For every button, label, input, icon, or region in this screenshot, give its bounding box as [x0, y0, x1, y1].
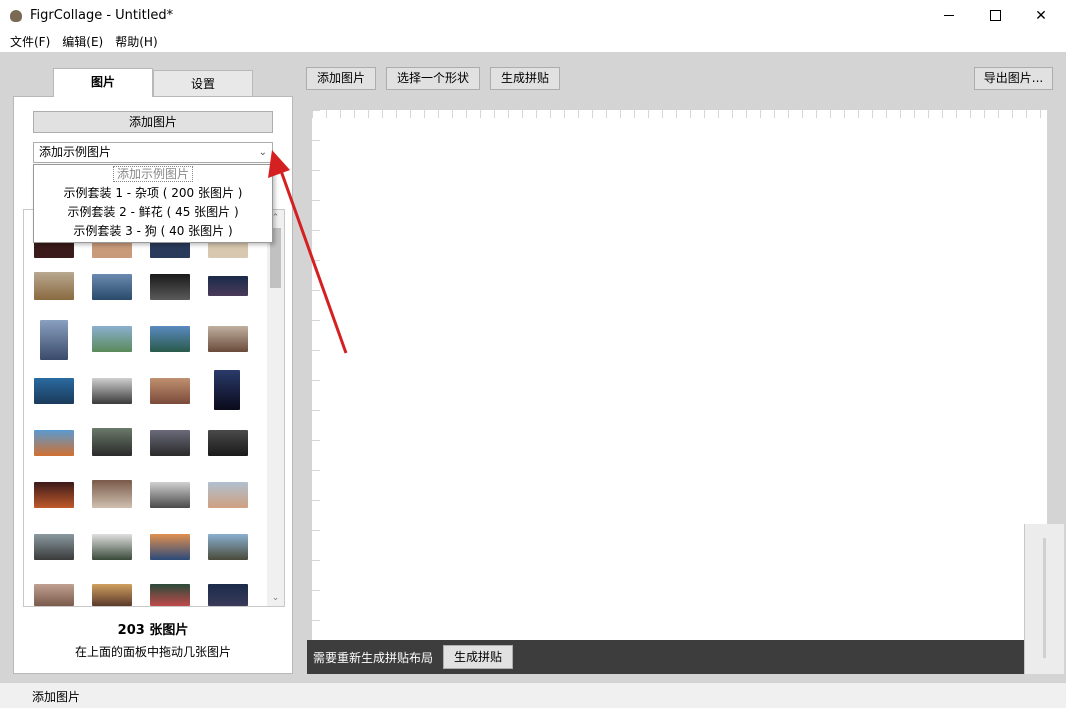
menu-file[interactable]: 文件(F)	[4, 33, 56, 50]
thumbnail[interactable]	[208, 482, 248, 508]
thumbnail[interactable]	[92, 584, 132, 606]
thumbnail-scrollbar[interactable]: ⌃ ⌄	[267, 210, 284, 606]
ruler-top	[312, 110, 1047, 118]
regenerate-notice-bar: 需要重新生成拼贴布局 生成拼贴	[307, 640, 1027, 674]
thumbnail[interactable]	[92, 428, 132, 456]
regenerate-notice-text: 需要重新生成拼贴布局	[313, 651, 434, 665]
zoom-slider[interactable]	[1024, 524, 1064, 674]
thumbnail[interactable]	[34, 482, 74, 508]
thumbnail[interactable]	[40, 320, 68, 360]
thumbnail[interactable]	[34, 272, 74, 300]
dropdown-option-set-3[interactable]: 示例套装 3 - 狗 ( 40 张图片 )	[34, 222, 272, 241]
thumbnail[interactable]	[92, 326, 132, 352]
thumbnail[interactable]	[150, 326, 190, 352]
thumbnail-grid[interactable]: ⌃ ⌄	[23, 209, 285, 607]
thumbnail[interactable]	[150, 482, 190, 508]
menu-edit[interactable]: 编辑(E)	[56, 33, 109, 50]
sample-pictures-dropdown: 添加示例图片 示例套装 1 - 杂项 ( 200 张图片 ) 示例套装 2 - …	[33, 164, 273, 243]
thumbnail[interactable]	[92, 480, 132, 508]
thumbnail[interactable]	[92, 534, 132, 560]
maximize-button[interactable]	[972, 0, 1018, 31]
close-icon: ✕	[1035, 7, 1047, 24]
maximize-icon	[989, 10, 1001, 21]
thumbnail[interactable]	[150, 430, 190, 456]
thumbnail[interactable]	[150, 378, 190, 404]
sample-combo-value: 添加示例图片	[39, 145, 112, 159]
thumbnail[interactable]	[208, 430, 248, 456]
thumbnail[interactable]	[150, 274, 190, 300]
workspace: 图片 设置 添加图片 添加示例图片 ⌄ ⌃ ⌄ 203 张图片 在上面的面板中拖…	[0, 52, 1066, 682]
dropdown-option-set-1[interactable]: 示例套装 1 - 杂项 ( 200 张图片 )	[34, 184, 272, 203]
thumbnail[interactable]	[92, 378, 132, 404]
chevron-down-icon[interactable]: ⌄	[267, 590, 284, 606]
notice-generate-button[interactable]: 生成拼贴	[443, 645, 513, 669]
close-button[interactable]: ✕	[1018, 0, 1064, 31]
toolbar-add-pictures-button[interactable]: 添加图片	[306, 67, 376, 90]
status-bar: 添加图片	[0, 682, 1066, 708]
drag-hint: 在上面的面板中拖动几张图片	[74, 645, 231, 659]
generate-collage-button[interactable]: 生成拼贴	[490, 67, 560, 90]
thumbnail[interactable]	[34, 378, 74, 404]
thumbnail[interactable]	[92, 274, 132, 300]
thumbnail[interactable]	[208, 534, 248, 560]
minimize-button[interactable]	[926, 0, 972, 31]
menu-bar: 文件(F) 编辑(E) 帮助(H)	[0, 31, 1066, 52]
tab-settings[interactable]: 设置	[153, 70, 253, 96]
thumbnail[interactable]	[208, 326, 248, 352]
chevron-down-icon: ⌄	[258, 147, 267, 158]
picture-count: 203 张图片	[117, 623, 189, 638]
dropdown-option-set-2[interactable]: 示例套装 2 - 鲜花 ( 45 张图片 )	[34, 203, 272, 222]
status-text: 添加图片	[32, 690, 81, 704]
thumbnail[interactable]	[34, 430, 74, 456]
thumbnail[interactable]	[34, 534, 74, 560]
menu-help[interactable]: 帮助(H)	[109, 33, 163, 50]
tab-pictures[interactable]: 图片	[53, 68, 153, 97]
thumbnail[interactable]	[150, 534, 190, 560]
add-pictures-button[interactable]: 添加图片	[33, 111, 273, 133]
thumbnail[interactable]	[34, 584, 74, 606]
export-image-button[interactable]: 导出图片...	[974, 67, 1053, 90]
sample-pictures-combo[interactable]: 添加示例图片 ⌄	[33, 142, 273, 163]
slider-track[interactable]	[1043, 538, 1046, 658]
ruler-left	[312, 110, 320, 640]
collage-canvas[interactable]	[312, 110, 1047, 640]
minimize-icon	[944, 15, 954, 16]
window-title: FigrCollage - Untitled*	[30, 8, 174, 23]
dropdown-header-option[interactable]: 添加示例图片	[34, 165, 272, 184]
thumbnail[interactable]	[208, 276, 248, 296]
thumbnail[interactable]	[150, 584, 190, 606]
choose-shape-button[interactable]: 选择一个形状	[386, 67, 480, 90]
title-bar: FigrCollage - Untitled* ✕	[0, 0, 1066, 31]
app-logo-icon	[10, 9, 22, 22]
thumbnail[interactable]	[214, 370, 240, 410]
thumbnail[interactable]	[208, 584, 248, 606]
